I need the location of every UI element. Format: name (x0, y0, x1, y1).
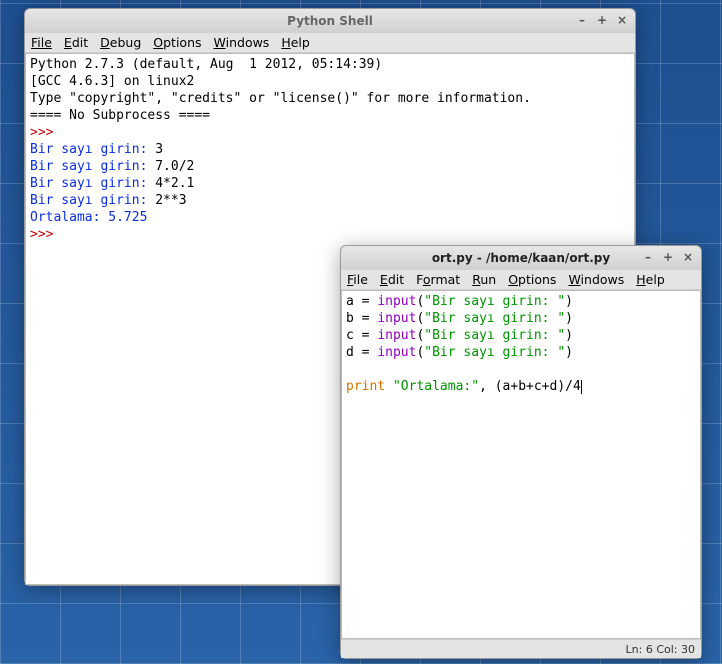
close-icon[interactable]: × (679, 249, 697, 265)
editor-content[interactable]: a = input("Bir sayı girin: ") b = input(… (341, 290, 701, 639)
close-icon[interactable]: × (613, 12, 631, 28)
menu-edit[interactable]: Edit (380, 272, 404, 287)
status-text: Ln: 6 Col: 30 (626, 643, 695, 656)
menubar: File Edit Format Run Options Windows Hel… (341, 270, 701, 290)
maximize-icon[interactable]: + (659, 249, 677, 265)
titlebar[interactable]: Python Shell – + × (25, 9, 635, 33)
window-title: Python Shell (25, 14, 635, 28)
editor-window: ort.py - /home/kaan/ort.py – + × File Ed… (340, 245, 702, 659)
titlebar[interactable]: ort.py - /home/kaan/ort.py – + × (341, 246, 701, 270)
minimize-icon[interactable]: – (573, 12, 591, 28)
menu-windows[interactable]: Windows (214, 35, 270, 50)
menu-run[interactable]: Run (472, 272, 496, 287)
menu-edit[interactable]: Edit (64, 35, 88, 50)
menu-file[interactable]: File (347, 272, 368, 287)
menu-help[interactable]: Help (636, 272, 665, 287)
menu-format[interactable]: Format (416, 272, 460, 287)
menu-options[interactable]: Options (508, 272, 556, 287)
maximize-icon[interactable]: + (593, 12, 611, 28)
menubar: File Edit Debug Options Windows Help (25, 33, 635, 53)
menu-file[interactable]: File (31, 35, 52, 50)
menu-windows[interactable]: Windows (568, 272, 624, 287)
menu-help[interactable]: Help (281, 35, 310, 50)
menu-debug[interactable]: Debug (100, 35, 141, 50)
menu-options[interactable]: Options (153, 35, 201, 50)
minimize-icon[interactable]: – (639, 249, 657, 265)
statusbar: Ln: 6 Col: 30 (341, 639, 701, 658)
